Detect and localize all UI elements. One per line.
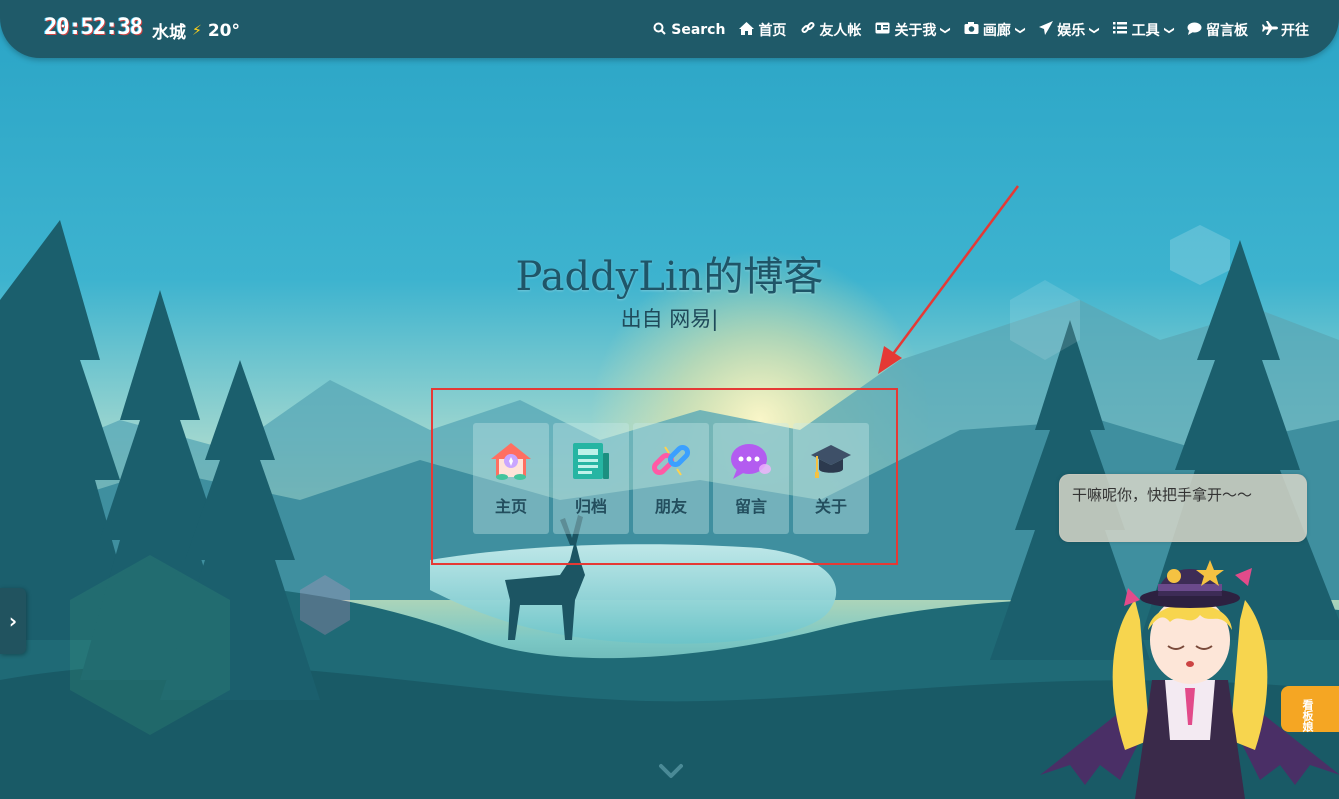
link-icon [800,21,815,39]
quick-link-label: 关于 [814,497,847,516]
chevron-right-icon: › [8,609,18,633]
chevron-down-icon: ❯ [940,25,952,35]
paper-plane-icon [1038,21,1053,39]
quick-links: 主页 归档 朋友 留言 关于 [473,423,869,534]
chat-bubble-icon [729,439,773,483]
nav-label: 关于我 [894,23,937,39]
link-chain-icon [649,439,693,483]
home-heart-icon [489,439,533,483]
side-panel-toggle[interactable]: › [0,588,26,654]
home-icon [739,21,755,39]
subtitle-text: 出自 网易 [620,307,712,331]
nav-label: 友人帐 [819,23,862,39]
mascot-speech-bubble: 干嘛呢你，快把手拿开～～ [1059,474,1307,542]
graduation-cap-icon [809,439,853,483]
quick-link-label: 主页 [494,497,527,516]
quick-link-messages[interactable]: 留言 [713,423,789,534]
nav-travelling[interactable]: 开往 [1262,20,1309,40]
main-nav: Search 首页 友人帐 关于我 ❯ 画廊 ❯ 娱乐 ❯ 工具 ❯ 留言板 开… [652,20,1309,40]
nav-label: 娱乐 [1057,23,1086,39]
quick-link-label: 归档 [574,497,607,516]
id-card-icon [875,22,890,38]
quick-link-home[interactable]: 主页 [473,423,549,534]
top-navbar: 20:52:38 水城 ⚡ 20° Search 首页 友人帐 关于我 ❯ 画廊… [0,0,1339,58]
quick-link-label: 留言 [734,497,767,516]
nav-label: 画廊 [982,23,1011,39]
chevron-down-icon: ❯ [1088,25,1100,35]
camera-icon [964,22,979,38]
search-icon [652,22,667,39]
nav-friends[interactable]: 友人帐 [800,20,861,40]
nav-label: Search [671,22,726,38]
typing-cursor: | [711,307,719,331]
nav-tools[interactable]: 工具 ❯ [1113,20,1175,40]
clock: 20:52:38 [44,15,143,40]
quick-link-archive[interactable]: 归档 [553,423,629,534]
city-label: 水城 [152,23,186,43]
nav-entertainment[interactable]: 娱乐 ❯ [1038,20,1100,40]
chevron-down-icon [659,764,683,778]
weather-widget: 水城 ⚡ 20° [152,18,241,44]
nav-label: 留言板 [1206,23,1248,39]
nav-about-me[interactable]: 关于我 ❯ [875,20,952,40]
mascot-character[interactable] [1040,540,1339,799]
quick-link-about[interactable]: 关于 [793,423,869,534]
site-title: PaddyLin的博客 [515,254,824,300]
nav-search[interactable]: Search [652,22,725,39]
scroll-down-button[interactable] [659,762,683,782]
nav-label: 首页 [758,23,787,39]
nav-home[interactable]: 首页 [739,20,786,40]
plane-icon [1262,21,1278,39]
annotation-arrow [878,185,1020,374]
list-icon [1113,22,1128,38]
mascot-toggle-tab[interactable]: 看板娘 [1281,686,1339,732]
quick-link-label: 朋友 [654,497,687,516]
nav-label: 工具 [1131,23,1160,39]
nav-guestbook[interactable]: 留言板 [1187,20,1248,40]
quick-link-friends[interactable]: 朋友 [633,423,709,534]
site-subtitle: 出自 网易| [0,303,1339,333]
temperature-label: 20° [207,20,241,41]
chevron-down-icon: ❯ [1014,25,1026,35]
chevron-down-icon: ❯ [1163,25,1175,35]
nav-label: 开往 [1281,23,1309,39]
lightning-icon: ⚡ [192,22,202,39]
newspaper-icon [569,439,613,483]
nav-gallery[interactable]: 画廊 ❯ [964,20,1026,40]
comment-icon [1187,22,1202,39]
